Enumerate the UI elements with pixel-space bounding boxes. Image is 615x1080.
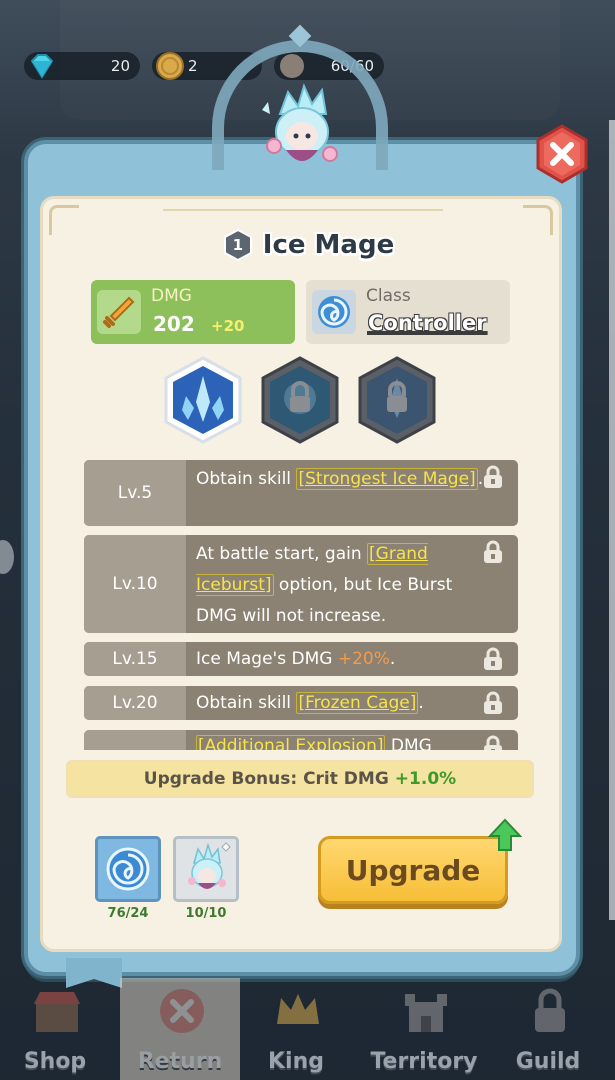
top-ornament (163, 201, 443, 211)
class-label: Class (366, 286, 411, 306)
skill-row-lv5: Lv.5 Obtain skill [Strongest Ice Mage]. (84, 460, 518, 526)
close-button[interactable] (534, 124, 590, 184)
gem-icon (30, 54, 54, 79)
skill-hex-locked-1[interactable] (259, 356, 341, 444)
ice-mage-portrait (262, 83, 338, 162)
skill-description: At battle start, gain [Grand Iceburst] o… (196, 543, 453, 626)
skill-unlock-list[interactable]: Lv.5 Obtain skill [Strongest Ice Mage]. … (84, 460, 518, 750)
material-swirl-count: 76/24 (107, 906, 149, 921)
skill-hex-ice-crystal[interactable] (162, 356, 244, 444)
lock-icon (484, 735, 502, 750)
upgrade-available-arrow-icon (488, 818, 522, 851)
gold-coin-icon (156, 52, 184, 80)
skill-row-lv20: Lv.20 Obtain skill [Frozen Cage]. (84, 686, 518, 720)
class-value[interactable]: Controller (368, 311, 487, 335)
lock-icon (484, 465, 502, 488)
skill-description: Obtain skill [Strongest Ice Mage]. (196, 468, 484, 490)
skill-level: Lv.10 (84, 535, 186, 633)
upgrade-bonus-label: Upgrade Bonus: Crit DMG (143, 769, 389, 789)
nav-tab-territory[interactable]: Territory (364, 978, 484, 1080)
upgrade-bonus-bar: Upgrade Bonus: Crit DMG +1.0% (66, 760, 534, 798)
lock-icon (535, 988, 565, 1032)
dmg-bonus: +20 (211, 317, 245, 335)
locked-skill-icon (261, 356, 339, 444)
nav-tab-return[interactable]: Return (120, 978, 240, 1080)
skill-row-lv15: Lv.15 Ice Mage's DMG +20%. (84, 642, 518, 676)
skill-level: Lv.20 (84, 686, 186, 720)
dmg-stat-card: DMG 202 +20 (91, 280, 295, 344)
swirl-icon-box (312, 290, 356, 334)
close-icon (536, 124, 588, 184)
material-hero-shard[interactable] (173, 836, 239, 902)
upgrade-button[interactable]: Upgrade (318, 836, 508, 904)
lock-icon (484, 647, 502, 670)
lock-icon (484, 540, 502, 563)
return-x-icon (160, 989, 204, 1033)
swirl-icon (106, 847, 150, 891)
skill-description: Ice Mage's DMG +20%. (196, 649, 396, 669)
nav-tab-king[interactable]: King (236, 978, 356, 1080)
rank-badge: 1 (221, 228, 255, 262)
crown-icon (277, 994, 319, 1024)
castle-icon (405, 994, 447, 1032)
material-swirl[interactable] (95, 836, 161, 902)
gems-value: 20 (110, 57, 130, 75)
class-stat-card[interactable]: Class Controller (306, 280, 510, 344)
skill-description: Obtain skill [Frozen Cage]. (196, 692, 424, 714)
skill-description: [Additional Explosion] DMG (186, 730, 518, 750)
nav-tab-shop[interactable]: Shop (0, 978, 115, 1080)
nav-tab-guild[interactable]: Guild (488, 978, 608, 1080)
lock-icon (484, 691, 502, 714)
hero-title-row: 1 Ice Mage (0, 228, 615, 262)
skill-row-lv10: Lv.10 At battle start, gain [Grand Icebu… (84, 535, 518, 633)
material-shard-count: 10/10 (185, 906, 227, 921)
skill-hex-locked-2[interactable] (356, 356, 438, 444)
dmg-value: 202 (153, 312, 195, 336)
upgrade-bonus-value: +1.0% (394, 769, 457, 789)
ice-mage-shard-icon (188, 842, 231, 889)
gems-counter: 20 (24, 52, 140, 80)
locked-skill-icon (358, 356, 436, 444)
swirl-icon (318, 296, 350, 328)
sword-icon (103, 296, 135, 328)
hero-name: Ice Mage (262, 230, 395, 260)
rank-number: 1 (232, 236, 243, 254)
gold-value: 2 (188, 57, 198, 75)
skill-row-next: [Additional Explosion] DMG (84, 730, 518, 750)
sword-icon-box (97, 290, 141, 334)
dmg-label: DMG (151, 286, 192, 306)
skill-level: Lv.15 (84, 642, 186, 676)
skill-level: Lv.5 (84, 460, 186, 526)
ice-crystal-icon (164, 356, 242, 444)
bottom-nav: Shop Return King Territory Guild (0, 958, 615, 1080)
skill-level (84, 730, 186, 750)
shop-icon (34, 992, 80, 1032)
